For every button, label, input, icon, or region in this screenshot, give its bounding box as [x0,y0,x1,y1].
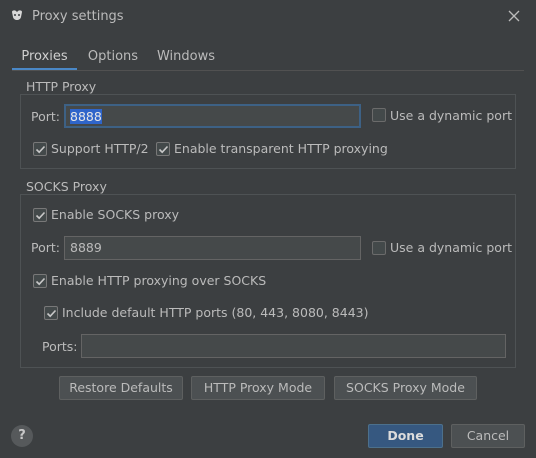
http-port-input[interactable]: 8888 [64,104,361,128]
http-proxy-title: HTTP Proxy [24,79,99,94]
tab-separator [12,70,524,71]
http-over-socks-label: Enable HTTP proxying over SOCKS [51,273,267,288]
socks-proxy-title: SOCKS Proxy [24,179,109,194]
include-default-ports-checkbox[interactable] [44,306,58,320]
support-http2-label: Support HTTP/2 [51,141,149,156]
socks-port-label: Port: [31,240,60,255]
help-icon: ? [18,428,26,443]
enable-socks-checkbox[interactable] [33,208,47,222]
close-button[interactable] [505,6,523,26]
http-proxy-mode-button[interactable]: HTTP Proxy Mode [191,376,325,400]
socks-proxy-mode-button[interactable]: SOCKS Proxy Mode [334,376,477,400]
http-port-value: 8888 [70,109,102,124]
tab-windows[interactable]: Windows [151,44,221,70]
window-title: Proxy settings [32,9,124,24]
ports-label: Ports: [42,339,78,354]
restore-defaults-button[interactable]: Restore Defaults [59,376,183,400]
app-icon [12,10,22,20]
title-bar: Proxy settings [0,0,536,34]
cancel-button[interactable]: Cancel [451,424,525,448]
check-icon [35,145,45,153]
http-over-socks-checkbox[interactable] [33,274,47,288]
socks-port-value: 8889 [70,240,102,255]
transparent-proxy-label: Enable transparent HTTP proxying [174,141,388,156]
check-icon [35,211,45,219]
transparent-proxy-checkbox[interactable] [156,142,170,156]
done-button[interactable]: Done [368,424,443,448]
socks-dynamic-port-label: Use a dynamic port [390,240,512,255]
socks-port-input[interactable]: 8889 [64,236,361,260]
http-dynamic-port-label: Use a dynamic port [390,108,512,123]
check-icon [158,145,168,153]
ports-input[interactable] [81,334,506,358]
tab-options[interactable]: Options [83,44,143,70]
close-icon [508,10,520,22]
check-icon [46,309,56,317]
http-dynamic-port-checkbox[interactable] [372,108,386,122]
http-port-label: Port: [31,109,60,124]
support-http2-checkbox[interactable] [33,142,47,156]
tab-proxies[interactable]: Proxies [12,44,77,71]
socks-dynamic-port-checkbox[interactable] [372,241,386,255]
enable-socks-label: Enable SOCKS proxy [51,207,180,222]
help-button[interactable]: ? [11,425,33,447]
check-icon [35,277,45,285]
include-default-ports-label: Include default HTTP ports (80, 443, 808… [62,305,369,320]
